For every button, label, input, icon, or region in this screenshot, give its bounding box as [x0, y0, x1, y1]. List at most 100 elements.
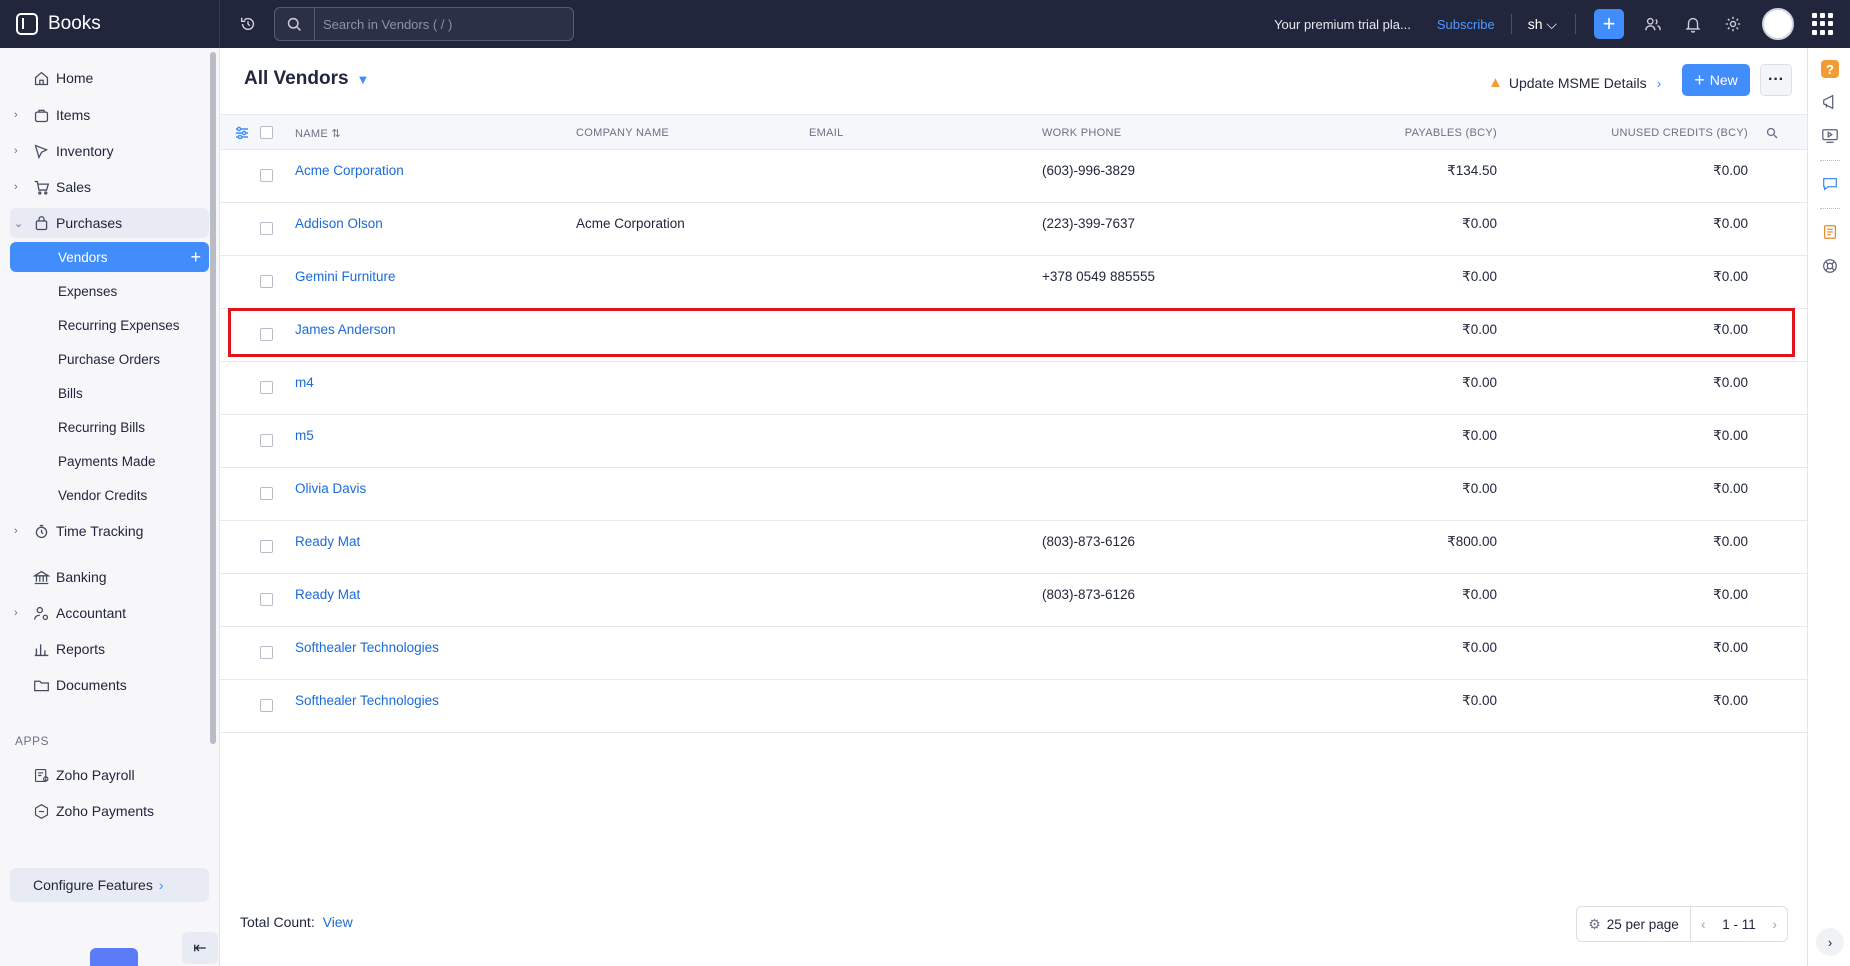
sidebar-item-zoho-payroll[interactable]: Zoho Payroll: [10, 760, 210, 790]
column-header-payables[interactable]: PAYABLES (BCY): [1297, 127, 1497, 139]
table-row[interactable]: Ready Mat (803)-873-6126 ₹800.00 ₹0.00: [220, 521, 1807, 574]
sidebar-item-vendors[interactable]: Vendors +: [10, 242, 209, 272]
vendor-name-link[interactable]: Acme Corporation: [295, 163, 404, 178]
sidebar-item-purchases[interactable]: ⌄ Purchases: [10, 208, 209, 238]
table-row[interactable]: Gemini Furniture +378 0549 885555 ₹0.00 ₹0.…: [220, 256, 1807, 309]
table-row[interactable]: Softhealer Technologies ₹0.00 ₹0.00: [220, 627, 1807, 680]
vendor-name-link[interactable]: Gemini Furniture: [295, 269, 396, 284]
sidebar-item-sales[interactable]: › Sales: [10, 172, 210, 202]
vendor-name-link[interactable]: Addison Olson: [295, 216, 383, 231]
view-selector[interactable]: All Vendors ▼: [244, 68, 369, 90]
column-header-unused-credits[interactable]: UNUSED CREDITS (BCY): [1468, 127, 1748, 139]
row-checkbox[interactable]: [260, 275, 273, 288]
page-title: All Vendors: [244, 68, 349, 89]
prev-page-button[interactable]: ‹: [1701, 917, 1706, 932]
sidebar-item-accountant[interactable]: › Accountant: [10, 598, 210, 628]
sidebar-item-expenses[interactable]: Expenses: [58, 284, 117, 299]
inventory-icon: [32, 142, 50, 160]
expand-rail-icon[interactable]: ›: [1816, 928, 1844, 956]
row-checkbox[interactable]: [260, 593, 273, 606]
configure-features-button[interactable]: Configure Features ›: [10, 868, 209, 902]
org-switcher[interactable]: sh ⌵: [1528, 16, 1557, 33]
row-checkbox[interactable]: [260, 434, 273, 447]
subscribe-link[interactable]: Subscribe: [1437, 17, 1495, 32]
sidebar-item-banking[interactable]: Banking: [10, 562, 210, 592]
sidebar-scrollbar[interactable]: [210, 52, 216, 744]
search-input[interactable]: [315, 16, 565, 32]
row-checkbox[interactable]: [260, 540, 273, 553]
row-checkbox[interactable]: [260, 169, 273, 182]
new-vendor-button[interactable]: + New: [1682, 64, 1750, 96]
sidebar-item-purchase-orders[interactable]: Purchase Orders: [58, 352, 160, 367]
avatar[interactable]: [1762, 8, 1794, 40]
table-row[interactable]: m5 ₹0.00 ₹0.00: [220, 415, 1807, 468]
quick-create-button[interactable]: +: [1594, 9, 1624, 39]
sidebar-item-bills[interactable]: Bills: [58, 386, 83, 401]
trial-banner-text[interactable]: Your premium trial pla...: [1274, 17, 1411, 32]
update-msme-link[interactable]: ▲ Update MSME Details ›: [1488, 74, 1661, 91]
notes-icon[interactable]: [1820, 222, 1840, 242]
table-row[interactable]: Acme Corporation (603)-996-3829 ₹134.50 ₹0.…: [220, 150, 1807, 203]
support-icon[interactable]: [1820, 256, 1840, 276]
sidebar-item-home[interactable]: Home: [10, 63, 210, 93]
sidebar-item-recurring-expenses[interactable]: Recurring Expenses: [58, 318, 180, 333]
vendor-name-link[interactable]: Softhealer Technologies: [295, 693, 439, 708]
sidebar-item-documents[interactable]: Documents: [10, 670, 210, 700]
vendor-name-link[interactable]: Ready Mat: [295, 534, 360, 549]
more-options-button[interactable]: ···: [1760, 64, 1792, 96]
sidebar-item-reports[interactable]: Reports: [10, 634, 210, 664]
column-header-work-phone[interactable]: WORK PHONE: [1042, 127, 1121, 139]
sidebar-item-recurring-bills[interactable]: Recurring Bills: [58, 420, 145, 435]
gear-icon[interactable]: [1722, 13, 1744, 35]
chevron-right-icon: ›: [1656, 74, 1662, 91]
view-count-link[interactable]: View: [323, 914, 353, 930]
sidebar-item-zoho-payments[interactable]: Zoho Payments: [10, 796, 210, 826]
help-icon[interactable]: ?: [1821, 60, 1839, 78]
column-settings-icon[interactable]: [234, 125, 250, 141]
row-checkbox[interactable]: [260, 328, 273, 341]
promo-widget-icon[interactable]: [90, 948, 138, 966]
table-row[interactable]: Olivia Davis ₹0.00 ₹0.00: [220, 468, 1807, 521]
app-launcher-icon[interactable]: [1812, 13, 1834, 35]
column-header-name[interactable]: NAME ⇅: [295, 127, 341, 140]
vendor-name-link[interactable]: Softhealer Technologies: [295, 640, 439, 655]
per-page-selector[interactable]: ⚙ 25 per page: [1577, 907, 1691, 941]
column-header-email[interactable]: EMAIL: [809, 127, 844, 139]
sidebar-item-items[interactable]: › Items: [10, 100, 210, 130]
table-row[interactable]: Ready Mat (803)-873-6126 ₹0.00 ₹0.00: [220, 574, 1807, 627]
row-checkbox[interactable]: [260, 699, 273, 712]
sort-icon: ⇅: [331, 128, 341, 140]
vendor-name-link[interactable]: James Anderson: [295, 322, 396, 337]
announcement-icon[interactable]: [1820, 92, 1840, 112]
video-tutorial-icon[interactable]: [1820, 126, 1840, 146]
recent-history-icon[interactable]: [234, 10, 262, 38]
sidebar-item-vendor-credits[interactable]: Vendor Credits: [58, 488, 147, 503]
select-all-checkbox[interactable]: [260, 126, 273, 139]
search-icon[interactable]: [1766, 126, 1778, 139]
collapse-sidebar-icon[interactable]: ⇤: [182, 932, 218, 964]
sidebar-item-payments-made[interactable]: Payments Made: [58, 454, 156, 469]
bell-icon[interactable]: [1682, 13, 1704, 35]
table-row[interactable]: Addison Olson Acme Corporation (223)-399-7…: [220, 203, 1807, 256]
table-row[interactable]: Softhealer Technologies ₹0.00 ₹0.00: [220, 680, 1807, 733]
vendor-name-link[interactable]: Ready Mat: [295, 587, 360, 602]
row-checkbox[interactable]: [260, 222, 273, 235]
vendor-name-link[interactable]: m4: [295, 375, 314, 390]
search-icon[interactable]: [275, 8, 315, 40]
table-row[interactable]: m4 ₹0.00 ₹0.00: [220, 362, 1807, 415]
row-checkbox[interactable]: [260, 646, 273, 659]
app-brand[interactable]: Books: [0, 0, 220, 48]
sidebar-item-time-tracking[interactable]: › Time Tracking: [10, 516, 210, 546]
sidebar-item-inventory[interactable]: › Inventory: [10, 136, 210, 166]
vendor-name-link[interactable]: m5: [295, 428, 314, 443]
vendor-name-link[interactable]: Olivia Davis: [295, 481, 366, 496]
chat-icon[interactable]: [1820, 174, 1840, 194]
add-vendor-icon[interactable]: +: [190, 247, 201, 268]
row-checkbox[interactable]: [260, 487, 273, 500]
search-bar[interactable]: [274, 7, 574, 41]
row-checkbox[interactable]: [260, 381, 273, 394]
next-page-button[interactable]: ›: [1773, 917, 1778, 932]
column-header-company[interactable]: COMPANY NAME: [576, 127, 669, 139]
users-icon[interactable]: [1642, 13, 1664, 35]
table-row[interactable]: James Anderson ₹0.00 ₹0.00: [220, 308, 1807, 362]
